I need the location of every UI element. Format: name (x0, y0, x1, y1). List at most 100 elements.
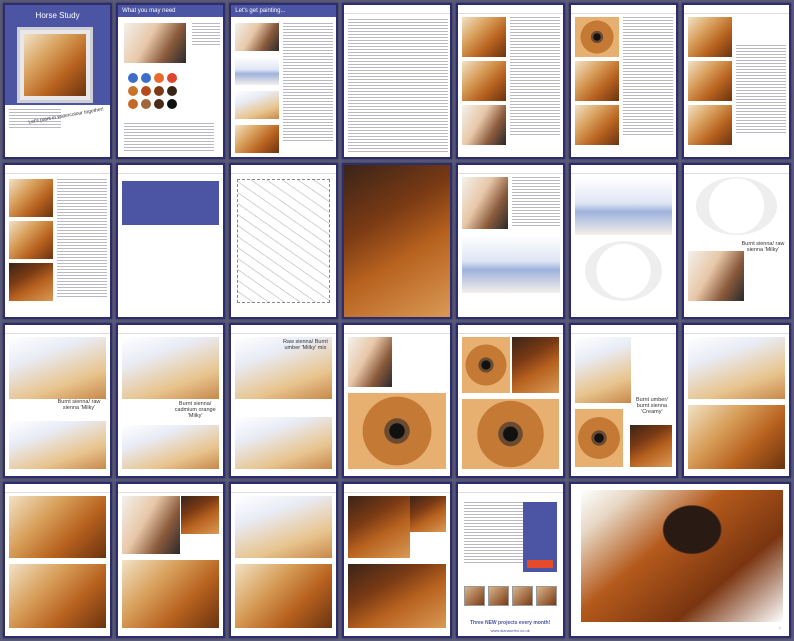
page-photos-4[interactable] (3, 162, 113, 319)
page-header (683, 325, 789, 334)
step-photo (235, 23, 280, 51)
page-reference-intro[interactable] (116, 162, 226, 319)
outline-drawing (237, 178, 331, 303)
page-header (5, 165, 111, 174)
page-header (457, 165, 563, 174)
artist-signature: ~ (778, 626, 781, 632)
brushes-photo (124, 23, 187, 63)
step-photo (122, 560, 220, 629)
swatch (141, 86, 152, 96)
step-photo (9, 336, 107, 399)
page-nose-detail[interactable] (3, 482, 113, 638)
page-step-milky-3[interactable]: Raw sienna/ Burnt umber 'Milky' mix (229, 322, 339, 479)
reference-photo (181, 496, 220, 535)
page-outline-sketch[interactable] (229, 162, 339, 319)
eye-photo (461, 336, 510, 393)
page-header (344, 5, 450, 14)
page-advert[interactable]: Three NEW projects every month! www.dian… (455, 482, 565, 638)
reference-info-box (122, 180, 220, 225)
step-photo (461, 61, 506, 101)
join-button[interactable] (526, 560, 553, 569)
project-thumbnail[interactable] (511, 586, 533, 607)
step-photo (687, 105, 732, 145)
swatch (167, 73, 178, 83)
step-photo (687, 336, 785, 399)
page-step-milky-1[interactable]: Burnt sienna/ raw sienna 'Milky' (3, 322, 113, 479)
page-step-progress[interactable] (681, 322, 791, 479)
page-photos-3[interactable] (681, 3, 791, 159)
step-photo (9, 262, 53, 301)
page-reference-photo[interactable] (342, 162, 452, 319)
page-header (570, 165, 676, 174)
step-photo (122, 424, 220, 469)
page-eye-detail-2[interactable] (455, 322, 565, 479)
page-text-1[interactable] (342, 3, 452, 159)
step-photo (687, 17, 732, 57)
step-photo (9, 496, 107, 559)
step-photo (461, 105, 506, 145)
label-burnt-sienna: Burnt sienna/ raw sienna 'Milky' (741, 240, 785, 253)
step-photo (9, 220, 53, 259)
page-step-blue-1[interactable] (455, 162, 565, 319)
page-step-creamy[interactable]: Burnt umber/ burnt sienna 'Creamy' (568, 322, 678, 479)
step-photo (235, 416, 333, 469)
reference-photo (409, 496, 446, 533)
page-header (344, 325, 450, 334)
step-photo (348, 336, 393, 387)
step-photo (574, 176, 672, 235)
step-photo (687, 404, 785, 469)
label-raw-sienna-burnt-umber: Raw sienna/ Burnt umber 'Milky' mix (282, 338, 328, 351)
cover-framed-painting (17, 27, 93, 103)
page-header (231, 484, 337, 494)
page-step-milky-2[interactable]: Burnt sienna/ cadmium orange 'Milky' (116, 322, 226, 479)
page-header (5, 484, 111, 494)
page-header (683, 165, 789, 174)
page-cover[interactable]: Horse Study Let's paint in watercolour t… (3, 3, 113, 159)
step-photo (461, 234, 560, 293)
swatch (154, 73, 165, 83)
page-header (5, 325, 111, 334)
eye-photo (461, 398, 559, 469)
eye-photo (574, 408, 623, 467)
page-lets-get-painting[interactable]: Let's get painting... (229, 3, 339, 159)
page-eye-detail-1[interactable] (342, 322, 452, 479)
swatch (128, 73, 139, 83)
page-header (118, 325, 224, 334)
page-step-blue-2[interactable] (568, 162, 678, 319)
swatch (167, 99, 178, 109)
palette-photo (584, 240, 662, 301)
swatch (154, 99, 165, 109)
page-materials[interactable]: What you may need (116, 3, 226, 159)
step-photo (122, 496, 181, 555)
swatch (154, 86, 165, 96)
step-photo (235, 57, 280, 85)
page-photos-2[interactable] (568, 3, 678, 159)
page-thumbnail-grid: Horse Study Let's paint in watercolour t… (0, 0, 794, 641)
step-photo (348, 564, 446, 629)
page-header (683, 5, 789, 14)
page-mane-2[interactable] (342, 482, 452, 638)
website-link[interactable]: www.dianaorfeo.co.uk (458, 628, 563, 633)
step-photo (461, 176, 508, 229)
final-painting[interactable]: ~ (568, 482, 791, 638)
label-burnt-umber-creamy: Burnt umber/ burnt sienna 'Creamy' (635, 396, 668, 415)
step-photo (122, 336, 220, 399)
page-header (570, 5, 676, 14)
project-thumbnail[interactable] (463, 586, 485, 607)
page-ears-1[interactable] (116, 482, 226, 638)
page-header (118, 165, 224, 174)
step-photo (574, 336, 631, 403)
page-mane-1[interactable] (229, 482, 339, 638)
page-header (231, 165, 337, 174)
swatch (128, 86, 139, 96)
reference-photo (629, 424, 672, 467)
page-palette[interactable]: Burnt sienna/ raw sienna 'Milky' (681, 162, 791, 319)
project-thumbnail[interactable] (535, 586, 557, 607)
swatch (167, 86, 178, 96)
step-photo (235, 125, 280, 153)
project-thumbnail[interactable] (487, 586, 509, 607)
page-photos-1[interactable] (455, 3, 565, 159)
paint-swatches (128, 73, 178, 109)
finished-horse-painting (580, 490, 783, 622)
project-thumbnails (463, 586, 557, 607)
